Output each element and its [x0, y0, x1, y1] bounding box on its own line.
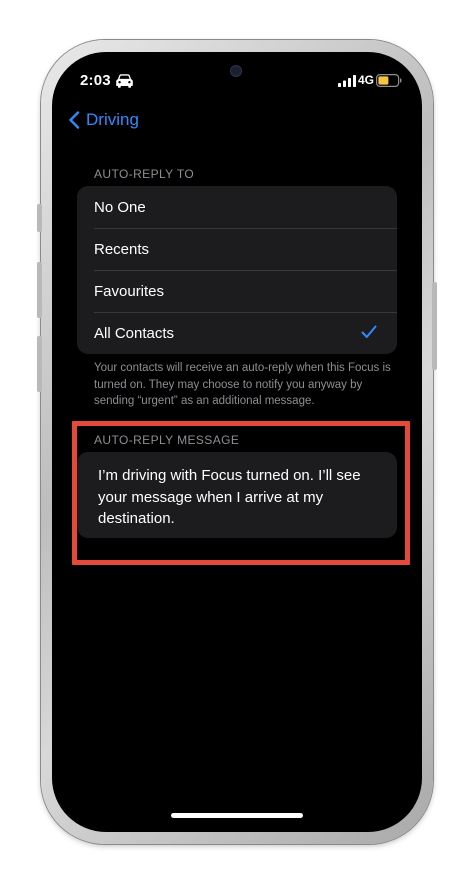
option-favourites[interactable]: Favourites — [77, 270, 397, 312]
power-button — [432, 282, 437, 370]
home-indicator[interactable] — [171, 813, 303, 818]
network-type: 4G — [358, 73, 375, 87]
status-time: 2:03 — [80, 72, 111, 89]
volume-down-button — [37, 336, 42, 392]
option-all-contacts[interactable]: All Contacts — [77, 312, 397, 354]
option-label: Favourites — [94, 282, 165, 300]
cellular-signal-icon — [338, 75, 356, 87]
option-label: No One — [94, 198, 146, 216]
auto-reply-message-field[interactable]: I’m driving with Focus turned on. I’ll s… — [77, 452, 397, 538]
auto-reply-message-header: AUTO-REPLY MESSAGE — [94, 433, 240, 447]
checkmark-icon — [361, 325, 377, 338]
battery-icon — [376, 74, 402, 87]
back-button[interactable]: Driving — [68, 109, 139, 131]
auto-reply-footer-note: Your contacts will receive an auto-reply… — [94, 362, 391, 407]
silent-switch — [37, 204, 42, 232]
option-label: Recents — [94, 240, 150, 258]
front-camera — [230, 65, 242, 77]
phone-screen: 2:03 4G Driving AUTO-REPLY TO No One Rec… — [52, 52, 422, 832]
auto-reply-to-header: AUTO-REPLY TO — [94, 167, 195, 181]
back-button-label: Driving — [86, 110, 139, 129]
auto-reply-message-text[interactable]: I’m driving with Focus turned on. I’ll s… — [98, 465, 383, 530]
car-icon — [116, 74, 133, 88]
auto-reply-to-options: No One Recents Favourites All Contacts — [77, 186, 397, 354]
option-no-one[interactable]: No One — [77, 186, 397, 228]
chevron-left-icon — [69, 111, 80, 129]
volume-up-button — [37, 262, 42, 318]
option-label: All Contacts — [94, 324, 175, 342]
option-recents[interactable]: Recents — [77, 228, 397, 270]
